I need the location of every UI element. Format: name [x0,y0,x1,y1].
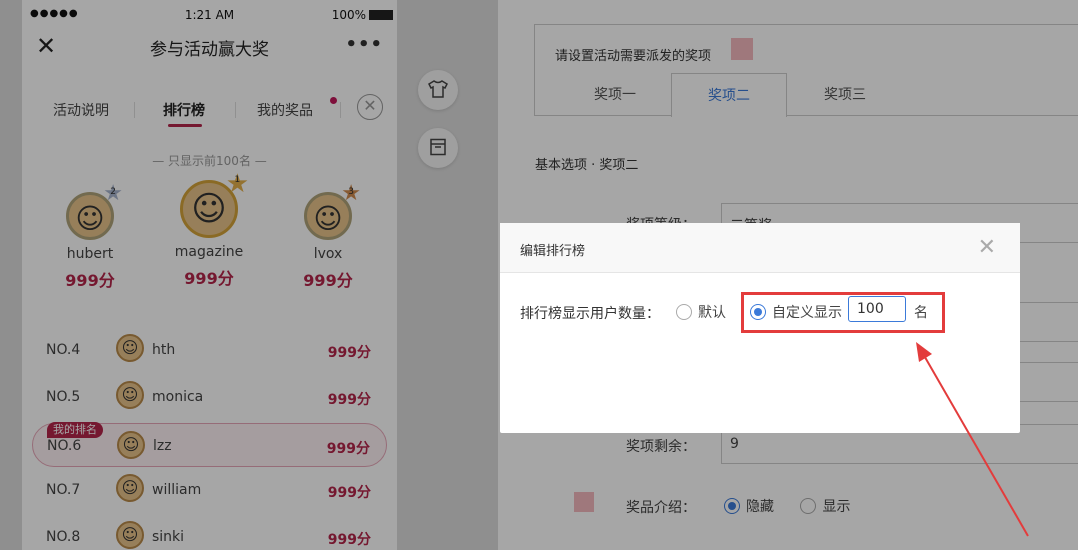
annotation-arrow [916,342,1029,537]
